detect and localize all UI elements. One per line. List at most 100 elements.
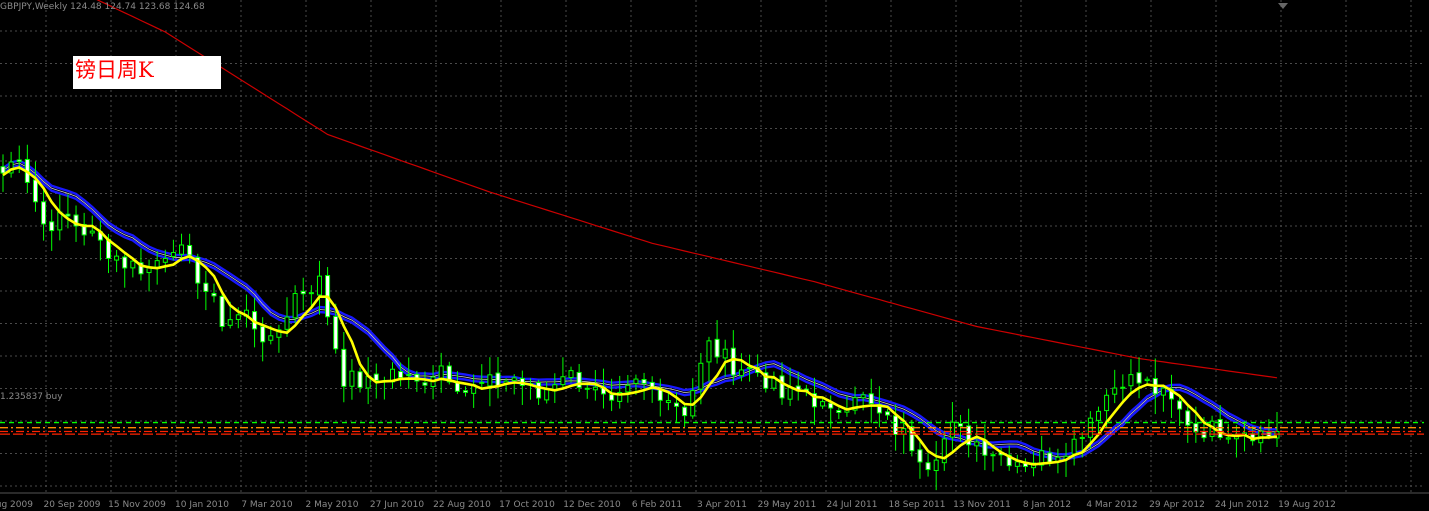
candles (0, 144, 1280, 491)
candle-body (584, 387, 590, 390)
candle-body (219, 295, 225, 327)
candle-body (722, 348, 728, 359)
candle-body (227, 319, 233, 326)
candle (308, 285, 314, 307)
candle (625, 375, 631, 403)
x-tick-label: 22 Aug 2010 (433, 500, 491, 510)
candle-body (308, 292, 314, 295)
x-tick-label: 24 Jul 2011 (827, 500, 878, 510)
candle (211, 283, 217, 303)
candle-body (836, 410, 842, 413)
candle (706, 336, 712, 382)
candle-body (633, 378, 639, 384)
ma-channel-mid-line (2, 162, 1277, 458)
candle-body (1071, 438, 1077, 455)
candle-body (406, 374, 412, 377)
candle-body (1120, 386, 1126, 389)
candle (438, 352, 444, 393)
candle-body (868, 393, 874, 405)
candle (820, 398, 826, 409)
candle (81, 212, 87, 246)
candle-body (1160, 387, 1166, 396)
candle (463, 386, 469, 397)
candle (276, 324, 282, 353)
candle-body (16, 159, 22, 163)
candle-body (333, 315, 339, 350)
candle (1169, 374, 1175, 418)
candle-body (917, 449, 923, 463)
candle (868, 378, 874, 424)
x-tick-label: 20 Sep 2009 (43, 500, 100, 510)
candle-body (641, 379, 647, 384)
candle-body (1079, 436, 1085, 440)
candle (219, 293, 225, 332)
candle-body (89, 230, 95, 234)
candle-body (130, 260, 136, 269)
candle (203, 270, 209, 311)
candle-body (179, 244, 185, 255)
candle (1014, 454, 1020, 474)
candle (114, 249, 120, 273)
candle-body (479, 381, 485, 384)
candle-body (949, 421, 955, 438)
candle (8, 151, 14, 178)
candle-body (933, 459, 939, 472)
candle (65, 194, 71, 229)
candle (471, 374, 477, 408)
chart-area[interactable]: 2 Aug 2009 20 Sep 2009 15 Nov 2009 10 Jan 2… (0, 0, 1429, 511)
candle-body (860, 394, 866, 399)
candle-body (609, 394, 615, 401)
candle-body (300, 290, 306, 295)
candle-body (682, 406, 688, 417)
candle-body (292, 293, 298, 319)
x-tick-label: 27 Jun 2010 (370, 500, 424, 510)
x-tick-label: 3 Apr 2011 (697, 500, 747, 510)
candle-body (625, 384, 631, 393)
candle-body (1014, 461, 1020, 467)
candle-body (779, 375, 785, 399)
candle-body (544, 389, 550, 401)
candle-body (187, 244, 193, 256)
candle (974, 424, 980, 462)
candle (97, 220, 103, 261)
candle-body (1047, 452, 1053, 463)
candle-body (65, 213, 71, 217)
candle (519, 370, 525, 405)
candle-body (665, 400, 671, 404)
candle-body (154, 260, 160, 268)
x-tick-label: 8 Jan 2012 (1023, 500, 1071, 510)
candle (584, 383, 590, 399)
candle-body (463, 390, 469, 393)
candle-body (730, 347, 736, 376)
candle-body (284, 316, 290, 330)
candle (536, 379, 542, 405)
candle-body (122, 256, 128, 269)
candle-body (211, 292, 217, 297)
candle-body (1177, 400, 1183, 410)
candle (1112, 369, 1118, 404)
candle-body (1112, 387, 1118, 395)
candle-body (162, 257, 168, 263)
candle (1071, 429, 1077, 466)
x-tick-label: 12 Dec 2010 (563, 500, 621, 510)
candle-body (592, 386, 598, 391)
candle-body (771, 377, 777, 389)
x-tick-label: 19 Aug 2012 (1278, 500, 1336, 510)
candle (390, 362, 396, 389)
candle (487, 357, 493, 407)
candle-body (398, 371, 404, 379)
candle (771, 371, 777, 391)
candle (1128, 359, 1134, 396)
candle-body (438, 365, 444, 379)
candle (933, 441, 939, 491)
candle-body (974, 441, 980, 447)
candle-body (820, 401, 826, 407)
candle-body (268, 335, 274, 341)
candle (925, 453, 931, 477)
candle (122, 254, 128, 288)
x-tick-label: 6 Feb 2011 (632, 500, 682, 510)
candle-body (568, 370, 574, 379)
candle-body (203, 282, 209, 292)
candle-body (373, 373, 379, 381)
candle (990, 451, 996, 472)
